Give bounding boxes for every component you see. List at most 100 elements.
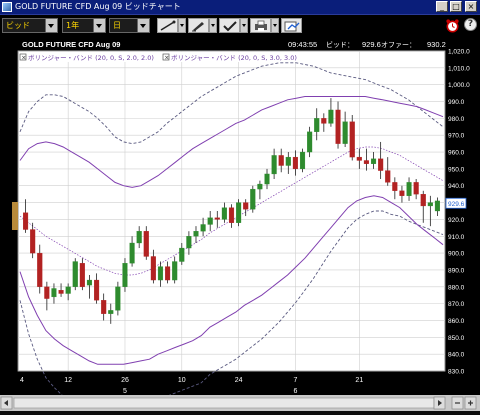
period-select[interactable]: 1年 <box>62 18 106 33</box>
y-tick-label: 1,010.0 <box>448 65 470 72</box>
print-icon <box>255 20 267 31</box>
candle-body <box>65 286 71 294</box>
y-tick-label: 960.0 <box>448 150 465 157</box>
candle-body <box>200 224 206 232</box>
draw-line-button[interactable] <box>157 18 178 33</box>
candle-body <box>58 290 64 294</box>
chevron-down-icon[interactable] <box>93 19 105 32</box>
candle-body <box>179 247 185 262</box>
y-tick-label: 1,020.0 <box>448 49 470 56</box>
y-tick-label: 980.0 <box>448 116 465 123</box>
candle-body <box>292 156 298 170</box>
candle-body <box>214 217 220 220</box>
scroll-thumb[interactable] <box>13 397 435 409</box>
maximize-button[interactable]: □ <box>450 1 462 12</box>
left-handle[interactable] <box>12 202 18 230</box>
x-tick-day: 4 <box>20 377 24 384</box>
candle-body <box>23 212 29 230</box>
candle-body <box>101 300 107 314</box>
candle-body <box>264 173 270 185</box>
offer-label: オファー： <box>381 41 416 49</box>
y-tick-label: 890.0 <box>448 267 465 274</box>
candle-body <box>271 155 277 175</box>
x-tick-day: 10 <box>178 377 186 384</box>
offer-value: 930.2 <box>427 40 446 49</box>
candle-body <box>285 156 291 166</box>
candle-body <box>392 182 398 191</box>
candle-body <box>165 266 171 281</box>
candle-body <box>172 261 178 281</box>
price-type-select[interactable]: ビッド <box>2 18 58 33</box>
y-tick-label: 970.0 <box>448 133 465 140</box>
candle-body <box>51 288 57 298</box>
candle-body <box>221 207 227 220</box>
candle-body <box>385 170 391 183</box>
x-tick-day: 7 <box>293 377 297 384</box>
interval-select[interactable]: 日 <box>109 18 150 33</box>
checkmark-dropdown[interactable] <box>240 18 248 33</box>
draw-line-dropdown[interactable] <box>178 18 186 33</box>
pencil-button[interactable] <box>188 18 209 33</box>
export-button[interactable] <box>281 18 302 33</box>
help-button[interactable]: ? <box>464 18 477 31</box>
close-icon[interactable]: × <box>164 55 169 62</box>
chart-symbol: GOLD FUTURE CFD Aug 09 <box>22 40 120 49</box>
candle-body <box>406 182 412 196</box>
y-tick-label: 850.0 <box>448 335 465 342</box>
y-tick-label: 940.0 <box>448 183 465 190</box>
candle-body <box>420 194 426 207</box>
candle-body <box>399 190 405 196</box>
candle-body <box>307 131 313 153</box>
x-tick-day: 24 <box>235 377 243 384</box>
y-tick-label: 1,000.0 <box>448 82 470 89</box>
y-tick-label: 950.0 <box>448 166 465 173</box>
candle-body <box>86 279 93 286</box>
y-tick-label: 860.0 <box>448 318 465 325</box>
candle-body <box>79 263 85 287</box>
indicator-legend-2sd[interactable]: × ボリンジャー・バンド (20, 0, S, 2.0, 2.0) <box>19 53 154 62</box>
pencil-dropdown[interactable] <box>209 18 217 33</box>
checkmark-button[interactable] <box>219 18 240 33</box>
minimize-button[interactable]: _ <box>436 1 448 12</box>
y-tick-label: 990.0 <box>448 99 465 106</box>
close-icon[interactable]: × <box>21 55 26 62</box>
candle-body <box>278 155 284 166</box>
app-icon <box>2 2 12 12</box>
y-tick-label: 880.0 <box>448 284 465 291</box>
chevron-down-icon[interactable] <box>45 19 57 32</box>
x-tick-month: 5 <box>123 388 127 395</box>
horizontal-scrollbar[interactable] <box>0 395 480 411</box>
candle-body <box>321 118 327 124</box>
toolbar: ビッド 1年 日 ? <box>0 15 480 38</box>
candle-body <box>228 207 235 223</box>
candle-body <box>342 121 348 144</box>
x-tick-day: 12 <box>64 377 72 384</box>
candle-body <box>356 156 362 161</box>
candle-body <box>299 151 306 170</box>
price-chart[interactable]: GOLD FUTURE CFD Aug 09 09:43:55 ビッド： 929… <box>0 37 480 395</box>
title-bar[interactable]: GOLD FUTURE CFD Aug 09 ビッドチャート _ □ × <box>0 0 480 15</box>
draw-line-icon <box>160 20 176 31</box>
alarm-button[interactable] <box>446 18 459 33</box>
close-button[interactable]: × <box>465 1 477 12</box>
window-title: GOLD FUTURE CFD Aug 09 ビッドチャート <box>15 2 181 11</box>
chevron-down-icon[interactable] <box>137 19 149 32</box>
candle-body <box>250 188 256 210</box>
print-button[interactable] <box>250 18 271 33</box>
indicator-legend-3sd[interactable]: × ボリンジャー・バンド (20, 0, S, 3.0, 3.0) <box>162 53 297 62</box>
x-axis: 4 12 26 5 10 24 7 6 21 <box>20 377 363 395</box>
header-time: 09:43:55 <box>288 40 317 49</box>
print-dropdown[interactable] <box>271 18 279 33</box>
price-type-label: ビッド <box>6 21 30 30</box>
candle-body <box>129 242 135 264</box>
candle-body <box>143 231 149 257</box>
candle-body <box>314 118 320 132</box>
y-tick-label: 830.0 <box>448 369 465 376</box>
chart-panel[interactable]: GOLD FUTURE CFD Aug 09 09:43:55 ビッド： 929… <box>0 37 480 411</box>
x-tick-month: 6 <box>293 388 297 395</box>
candle-body <box>108 310 114 314</box>
y-tick-label: 910.0 <box>448 234 465 241</box>
pencil-icon <box>192 22 204 32</box>
candle-body <box>37 252 43 287</box>
current-price-label: 929.6 <box>448 201 465 208</box>
